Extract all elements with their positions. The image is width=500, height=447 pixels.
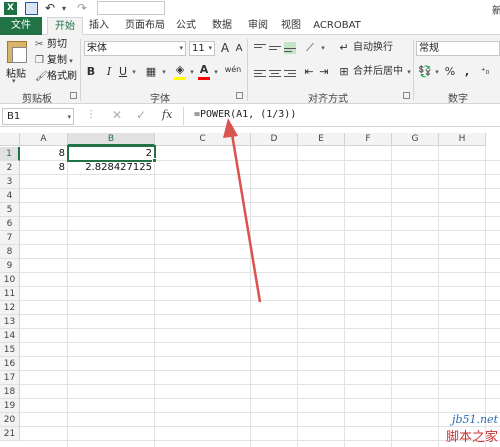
- watermark: jb51.net 脚本之家: [446, 413, 498, 445]
- watermark-name: 脚本之家: [445, 430, 498, 445]
- annotation-arrow: [223, 118, 262, 303]
- watermark-url: jb51.net: [452, 413, 498, 426]
